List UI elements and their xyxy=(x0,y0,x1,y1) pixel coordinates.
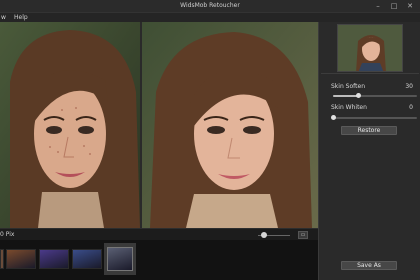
zoom-label: 0 Pix xyxy=(0,231,15,238)
panel-separator xyxy=(321,73,419,74)
skin-soften-slider[interactable] xyxy=(333,93,417,98)
restore-button[interactable]: Restore xyxy=(341,126,397,135)
close-button[interactable]: ✕ xyxy=(404,1,416,11)
skin-whiten-slider-handle[interactable] xyxy=(331,115,336,120)
filmstrip-thumbnail-lake[interactable] xyxy=(39,249,69,269)
menu-bar: w Help xyxy=(0,12,420,22)
adjustment-panel: Skin Soften 30 Skin Whiten 0 Restore Sav… xyxy=(318,22,420,280)
menu-item-help[interactable]: Help xyxy=(14,14,28,21)
skin-soften-slider-fill xyxy=(333,95,359,97)
fit-to-window-button[interactable]: ▭ xyxy=(298,231,308,239)
skin-whiten-label: Skin Whiten xyxy=(331,104,367,111)
original-image xyxy=(0,22,140,228)
filmstrip-thumbnail-partial[interactable] xyxy=(0,249,4,269)
filmstrip xyxy=(0,240,318,280)
skin-soften-label: Skin Soften xyxy=(331,83,365,90)
maximize-button[interactable]: □ xyxy=(388,1,400,11)
window-title: WidsMob Retoucher xyxy=(180,2,240,9)
skin-soften-slider-handle[interactable] xyxy=(356,93,362,98)
filmstrip-thumbnail-ocean[interactable] xyxy=(72,249,102,269)
preview-thumbnail xyxy=(337,24,403,72)
title-bar: WidsMob Retoucher – □ ✕ xyxy=(0,0,420,12)
filmstrip-thumbnail-sunset[interactable] xyxy=(6,249,36,269)
skin-whiten-value: 0 xyxy=(409,104,413,111)
menu-item-view[interactable]: w xyxy=(1,14,6,21)
status-bar: 0 Pix ▭ xyxy=(0,228,318,240)
retouched-image xyxy=(142,22,318,228)
minimize-button[interactable]: – xyxy=(372,1,384,11)
filmstrip-thumbnail-portrait[interactable] xyxy=(107,247,133,271)
zoom-slider-handle[interactable] xyxy=(260,232,267,238)
save-as-button[interactable]: Save As xyxy=(341,261,397,270)
skin-soften-value: 30 xyxy=(405,83,413,90)
comparison-view xyxy=(0,22,318,228)
window-controls: – □ ✕ xyxy=(372,1,416,11)
skin-whiten-slider[interactable] xyxy=(331,115,417,120)
